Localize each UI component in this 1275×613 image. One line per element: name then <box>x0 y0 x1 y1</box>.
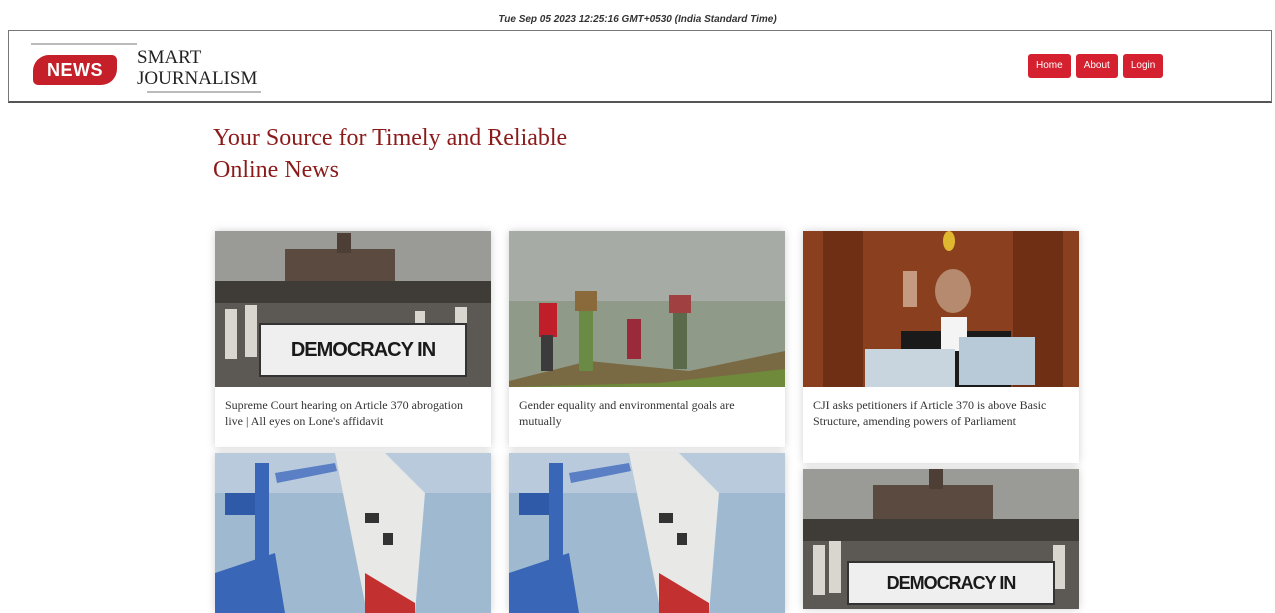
navbar: NEWS SMART JOURNALISM Home About Login <box>8 30 1272 103</box>
logo-text-journalism: JOURNALISM <box>137 68 258 89</box>
hero-line-2: Online News <box>213 157 339 183</box>
logo-decor-line <box>147 91 261 93</box>
hero-heading: Your Source for Timely and Reliable Onli… <box>213 122 653 186</box>
nav-buttons: Home About Login <box>1028 54 1164 78</box>
news-image-ship <box>215 453 491 613</box>
logo-decor-line <box>31 43 137 45</box>
protest-banner: DEMOCRACY IN DANGER <box>259 323 467 377</box>
news-card[interactable]: CJI asks petitioners if Article 370 is a… <box>803 231 1079 463</box>
news-card[interactable] <box>215 453 491 613</box>
home-button[interactable]: Home <box>1028 54 1071 78</box>
news-image-ship <box>509 453 785 613</box>
news-image-women-field <box>509 231 785 387</box>
news-image-protest: DEMOCRACY IN DANGER <box>803 469 1079 609</box>
card-caption: CJI asks petitioners if Article 370 is a… <box>813 398 1047 428</box>
news-card[interactable]: Gender equality and environmental goals … <box>509 231 785 447</box>
hero-line-1: Your Source for Timely and Reliable <box>213 125 568 151</box>
news-card[interactable]: DEMOCRACY IN DANGER Supreme Court hearin… <box>215 231 491 447</box>
login-button[interactable]: Login <box>1122 54 1164 78</box>
news-image-protest: DEMOCRACY IN DANGER <box>215 231 491 387</box>
news-card[interactable] <box>509 453 785 613</box>
card-caption: Supreme Court hearing on Article 370 abr… <box>225 398 463 428</box>
date-time-bar: Tue Sep 05 2023 12:25:16 GMT+0530 (India… <box>0 10 1275 30</box>
about-button[interactable]: About <box>1075 54 1118 78</box>
card-caption: Gender equality and environmental goals … <box>519 398 735 428</box>
logo-text-smart: SMART <box>137 47 202 68</box>
protest-banner: DEMOCRACY IN DANGER <box>847 561 1055 605</box>
clock-text: Tue Sep 05 2023 12:25:16 GMT+0530 (India… <box>498 14 777 25</box>
news-image-cji <box>803 231 1079 387</box>
logo-news-badge: NEWS <box>33 55 117 85</box>
site-logo[interactable]: NEWS SMART JOURNALISM <box>31 41 271 93</box>
news-card[interactable]: DEMOCRACY IN DANGER <box>803 469 1079 609</box>
